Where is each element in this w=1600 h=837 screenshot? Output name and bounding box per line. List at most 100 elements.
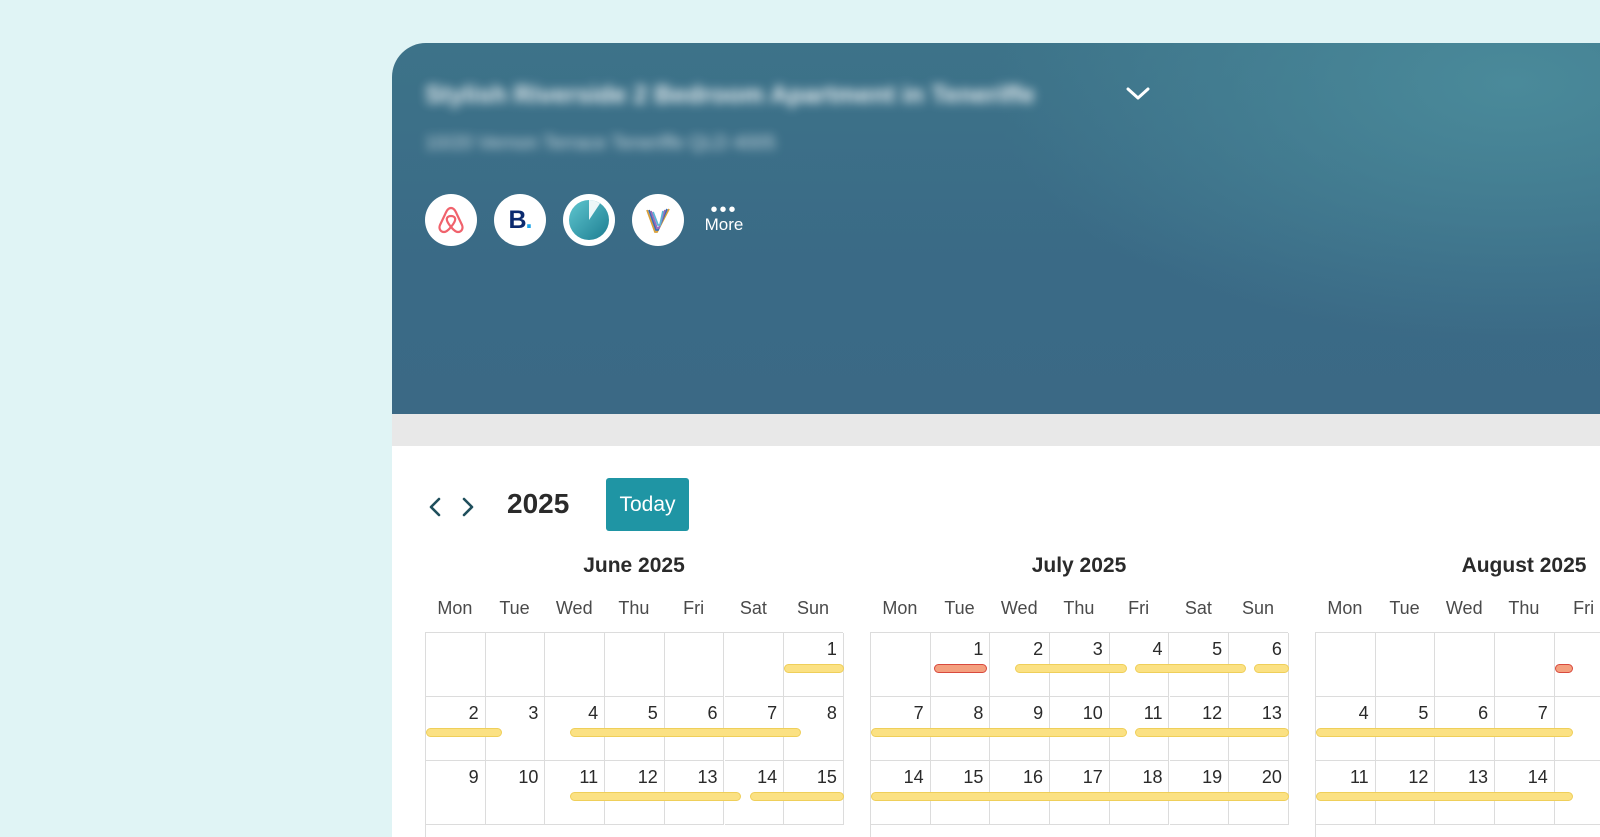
day-number: 5: [1418, 703, 1429, 723]
day-number: 11: [1350, 767, 1369, 787]
day-number: 4: [588, 703, 599, 723]
day-number: 6: [707, 703, 718, 723]
weekday-header: Thu: [1063, 598, 1095, 618]
day-number: 3: [1092, 639, 1103, 659]
more-dots-icon: •••: [710, 199, 738, 221]
day-cell[interactable]: [545, 633, 606, 697]
reservation-bar[interactable]: [749, 792, 844, 801]
day-cell[interactable]: [1316, 633, 1376, 697]
weekday-header: Tue: [944, 598, 975, 618]
day-number: 15: [816, 767, 837, 787]
weekday-header: Wed: [555, 598, 593, 618]
day-number: 2: [468, 703, 479, 723]
day-number: 13: [697, 767, 718, 787]
day-cell[interactable]: [605, 633, 665, 697]
day-number: 1: [826, 639, 837, 659]
weekday-header: Wed: [1445, 598, 1483, 618]
day-number: 15: [963, 767, 984, 787]
day-cell[interactable]: 10: [485, 761, 546, 825]
day-number: 10: [1082, 703, 1103, 723]
day-number: 17: [1082, 767, 1103, 787]
day-number: 16: [1023, 767, 1044, 787]
day-number: 7: [767, 703, 778, 723]
month-grid: 1 2 3 4 5 6 7 8 9 10 11 12 13 14 15: [425, 632, 844, 837]
property-header: Stylish Riverside 2 Bedroom Apartment in…: [392, 43, 1600, 414]
day-cell[interactable]: [1435, 633, 1496, 697]
booking-icon: B.: [508, 205, 532, 234]
airbnb-icon: [438, 206, 464, 234]
calendar-card: 2025 Today June 2025 Mon Tue Wed Thu Fri Sat Su…: [392, 446, 1600, 837]
day-number: 12: [1408, 767, 1429, 787]
weekday-header: Thu: [618, 598, 650, 618]
weekday-header: Sat: [1184, 598, 1212, 618]
reservation-bar[interactable]: [1316, 728, 1573, 737]
day-number: 18: [1142, 767, 1163, 787]
more-label: More: [704, 215, 744, 234]
day-number: 13: [1468, 767, 1489, 787]
day-number: 6: [1478, 703, 1489, 723]
property-address: 10/20 Vernon Terrace Teneriffe QLD 4005: [425, 133, 776, 154]
year-label: 2025: [507, 488, 570, 519]
weekday-header: Tue: [1389, 598, 1420, 618]
weekday-header: Tue: [499, 598, 530, 618]
day-cell[interactable]: [485, 633, 546, 697]
day-number: 11: [579, 767, 599, 787]
reservation-bar[interactable]: [1134, 664, 1246, 673]
channel-list: B. ••• More: [425, 194, 749, 246]
booking-channel-button[interactable]: B.: [494, 194, 546, 246]
day-number: 8: [826, 703, 837, 723]
chevron-right-icon[interactable]: [457, 494, 479, 520]
day-number: 14: [1527, 767, 1548, 787]
weekday-header: Fri: [683, 598, 705, 618]
blocked-bar[interactable]: [933, 664, 988, 673]
today-button[interactable]: Today: [606, 478, 689, 531]
day-number: 9: [468, 767, 479, 787]
day-cell[interactable]: 9: [426, 761, 486, 825]
day-cell[interactable]: [871, 633, 931, 697]
day-number: 4: [1152, 639, 1163, 659]
day-number: 7: [913, 703, 924, 723]
weekday-header: Sat: [739, 598, 767, 618]
weekday-header: Fri: [1128, 598, 1150, 618]
day-cell[interactable]: [724, 633, 785, 697]
month-title: July 2025: [1031, 554, 1127, 577]
reservation-bar[interactable]: [426, 728, 503, 737]
day-number: 12: [1202, 703, 1223, 723]
chevron-down-icon[interactable]: [1124, 81, 1152, 105]
reservation-bar[interactable]: [1316, 792, 1573, 801]
day-number: 5: [1212, 639, 1223, 659]
day-number: 2: [1033, 639, 1044, 659]
day-number: 7: [1537, 703, 1548, 723]
weekday-header: Mon: [437, 598, 473, 618]
day-number: 19: [1202, 767, 1223, 787]
reservation-bar[interactable]: [570, 792, 742, 801]
reservation-bar[interactable]: [1254, 664, 1289, 673]
weekday-header: Mon: [1327, 598, 1363, 618]
month-title: August 2025: [1461, 554, 1587, 577]
airbnb-channel-button[interactable]: [425, 194, 477, 246]
pricing-channel-button[interactable]: [563, 194, 615, 246]
reservation-bar[interactable]: [871, 792, 1289, 801]
reservation-bar[interactable]: [570, 728, 801, 737]
reservation-bar[interactable]: [1134, 728, 1289, 737]
weekday-header: Sun: [1242, 598, 1275, 618]
day-number: 11: [1143, 703, 1163, 723]
day-number: 20: [1261, 767, 1282, 787]
day-number: 14: [757, 767, 778, 787]
day-cell[interactable]: [1495, 633, 1555, 697]
reservation-bar[interactable]: [1015, 664, 1127, 673]
day-number: 3: [528, 703, 539, 723]
day-cell[interactable]: [664, 633, 725, 697]
vrbo-channel-button[interactable]: [632, 194, 684, 246]
pie-chart-icon: [569, 200, 609, 240]
day-cell[interactable]: [426, 633, 486, 697]
reservation-bar[interactable]: [871, 728, 1127, 737]
month-title: June 2025: [583, 554, 685, 577]
blocked-bar[interactable]: [1554, 664, 1573, 673]
chevron-left-icon[interactable]: [424, 494, 446, 520]
more-channels-button[interactable]: ••• More: [699, 199, 749, 235]
day-cell[interactable]: [1375, 633, 1436, 697]
reservation-bar[interactable]: [784, 664, 844, 673]
day-number: 14: [903, 767, 924, 787]
listing-panel: Stylish Riverside 2 Bedroom Apartment in…: [392, 43, 1600, 837]
